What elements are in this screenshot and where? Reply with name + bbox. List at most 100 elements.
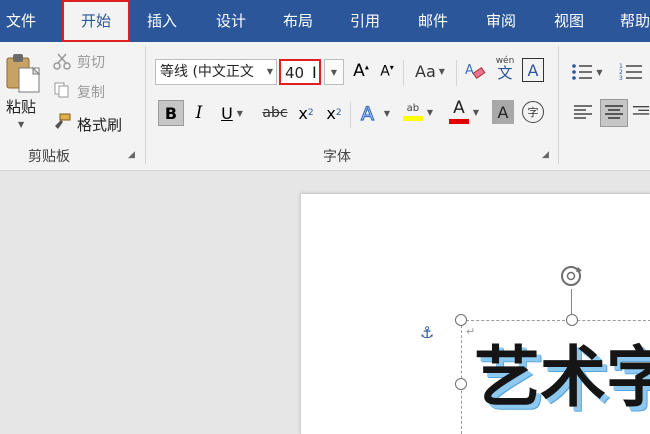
font-name-dropdown-arrow[interactable]: ▼ <box>267 60 273 84</box>
superscript-mark: 2 <box>335 108 342 118</box>
font-dialog-launcher-icon[interactable]: ◢ <box>542 150 552 160</box>
anchor-icon[interactable]: ⚓ <box>420 323 434 342</box>
chevron-down-icon: ▼ <box>596 67 603 77</box>
italic-label: I <box>195 103 203 123</box>
strikethrough-button[interactable]: abc <box>260 100 290 126</box>
clear-formatting-icon: A <box>465 63 486 80</box>
enclose-characters-label: 字 <box>527 106 539 119</box>
resize-handle-middle-left[interactable] <box>455 378 467 390</box>
superscript-label: x <box>326 103 336 123</box>
shrink-font-button[interactable]: A▾ <box>376 58 398 84</box>
tab-review[interactable]: 审阅 <box>486 0 516 42</box>
font-color-label: A <box>453 98 465 118</box>
bullets-icon <box>572 64 593 80</box>
tab-home[interactable]: 开始 <box>62 0 130 42</box>
subscript-button[interactable]: x2 <box>294 100 318 126</box>
font-name-value: 等线 (中文正文 <box>160 64 254 80</box>
shrink-font-icon: A▾ <box>380 62 394 80</box>
tab-help[interactable]: 帮助 <box>620 0 650 42</box>
align-left-button[interactable] <box>570 100 596 126</box>
underline-button[interactable]: U ▼ <box>216 100 248 126</box>
subscript-mark: 2 <box>307 108 314 118</box>
tab-layout[interactable]: 布局 <box>283 0 313 42</box>
cut-icon <box>52 51 72 71</box>
copy-icon <box>52 80 72 100</box>
clipboard-group-label: 剪贴板 <box>28 149 70 165</box>
font-color-button[interactable]: A ▼ <box>444 96 484 128</box>
numbering-button[interactable]: 123 <box>616 60 646 84</box>
font-color-bar <box>448 119 469 124</box>
text-cursor-icon: I <box>312 63 317 82</box>
character-shading-button[interactable]: A <box>492 100 514 124</box>
chevron-down-icon: ▼ <box>426 107 434 117</box>
tab-insert[interactable]: 插入 <box>147 0 177 42</box>
format-painter-icon <box>52 112 72 132</box>
resize-handle-top-left[interactable] <box>455 314 467 326</box>
tab-mailings[interactable]: 邮件 <box>418 0 448 42</box>
character-border-button[interactable]: A <box>522 58 544 82</box>
font-size-box[interactable]: 40 I <box>279 59 321 85</box>
rotate-handle-line <box>571 289 572 317</box>
ribbon-tab-bar: 文件 开始 插入 设计 布局 引用 邮件 审阅 视图 帮助 <box>0 0 650 42</box>
change-case-label: Aa <box>415 61 436 81</box>
group-divider <box>558 46 559 164</box>
tab-design[interactable]: 设计 <box>216 0 246 42</box>
font-group-label: 字体 <box>323 149 351 165</box>
highlight-label: ab <box>406 103 420 114</box>
align-center-icon <box>605 105 623 119</box>
bullets-button[interactable]: ▼ <box>570 60 604 84</box>
cut-button[interactable]: 剪切 <box>77 52 105 72</box>
bold-button[interactable]: B <box>158 100 184 126</box>
superscript-button[interactable]: x2 <box>322 100 346 126</box>
font-name-box[interactable]: 等线 (中文正文 ▼ <box>155 59 277 85</box>
font-size-value: 40 <box>285 64 305 82</box>
svg-text:A: A <box>465 63 474 78</box>
strikethrough-label: abc <box>262 105 288 121</box>
paste-button[interactable] <box>4 52 44 96</box>
align-right-button[interactable] <box>632 100 650 126</box>
svg-text:3: 3 <box>619 75 623 82</box>
align-center-button[interactable] <box>600 99 628 127</box>
chevron-down-icon: ▼ <box>236 108 243 118</box>
tab-view[interactable]: 视图 <box>554 0 584 42</box>
chevron-down-icon: ▼ <box>472 107 480 117</box>
text-effects-button[interactable]: A ▼ <box>356 100 394 126</box>
tab-references[interactable]: 引用 <box>350 0 380 42</box>
grow-font-button[interactable]: A▴ <box>350 58 372 84</box>
highlight-button[interactable]: ab ▼ <box>398 96 438 128</box>
paste-dropdown-arrow[interactable]: ▼ <box>18 120 24 129</box>
divider <box>403 60 404 86</box>
divider <box>350 102 351 128</box>
ribbon: 粘贴 ▼ 剪切 复制 格式刷 剪贴板 ◢ 等线 (中文正文 ▼ 40 I ▼ A… <box>0 42 650 171</box>
paste-label[interactable]: 粘贴 <box>6 96 36 117</box>
change-case-button[interactable]: Aa ▼ <box>410 58 450 84</box>
character-shading-label: A <box>497 102 509 122</box>
italic-button[interactable]: I <box>188 100 210 126</box>
subscript-label: x <box>298 103 308 123</box>
underline-label: U <box>221 103 233 123</box>
chevron-down-icon: ▼ <box>383 108 391 118</box>
chevron-down-icon: ▼ <box>330 67 338 77</box>
numbering-icon: 123 <box>619 63 642 82</box>
align-right-icon <box>632 106 650 115</box>
format-painter-button[interactable]: 格式刷 <box>77 114 122 135</box>
wordart-text[interactable]: 艺术字 <box>474 338 650 418</box>
phonetic-guide-button[interactable]: wén 文 <box>492 54 518 84</box>
text-effects-icon: A <box>360 102 374 124</box>
divider <box>456 60 457 86</box>
grow-font-icon: A▴ <box>353 61 369 81</box>
resize-handle-top-center[interactable] <box>566 314 578 326</box>
copy-button[interactable]: 复制 <box>77 82 105 102</box>
font-size-dropdown-button[interactable]: ▼ <box>324 59 344 85</box>
tab-file[interactable]: 文件 <box>6 0 36 42</box>
group-divider <box>145 46 146 164</box>
clear-formatting-button[interactable]: A <box>463 58 487 84</box>
chevron-down-icon: ▼ <box>438 66 445 76</box>
align-left-icon <box>574 105 592 119</box>
paste-icon <box>6 54 41 93</box>
svg-text:A: A <box>361 103 374 124</box>
clipboard-dialog-launcher-icon[interactable]: ◢ <box>128 150 138 160</box>
phonetic-guide-char: 文 <box>497 64 513 82</box>
bold-label: B <box>164 103 178 123</box>
enclose-characters-button[interactable]: 字 <box>522 101 544 123</box>
